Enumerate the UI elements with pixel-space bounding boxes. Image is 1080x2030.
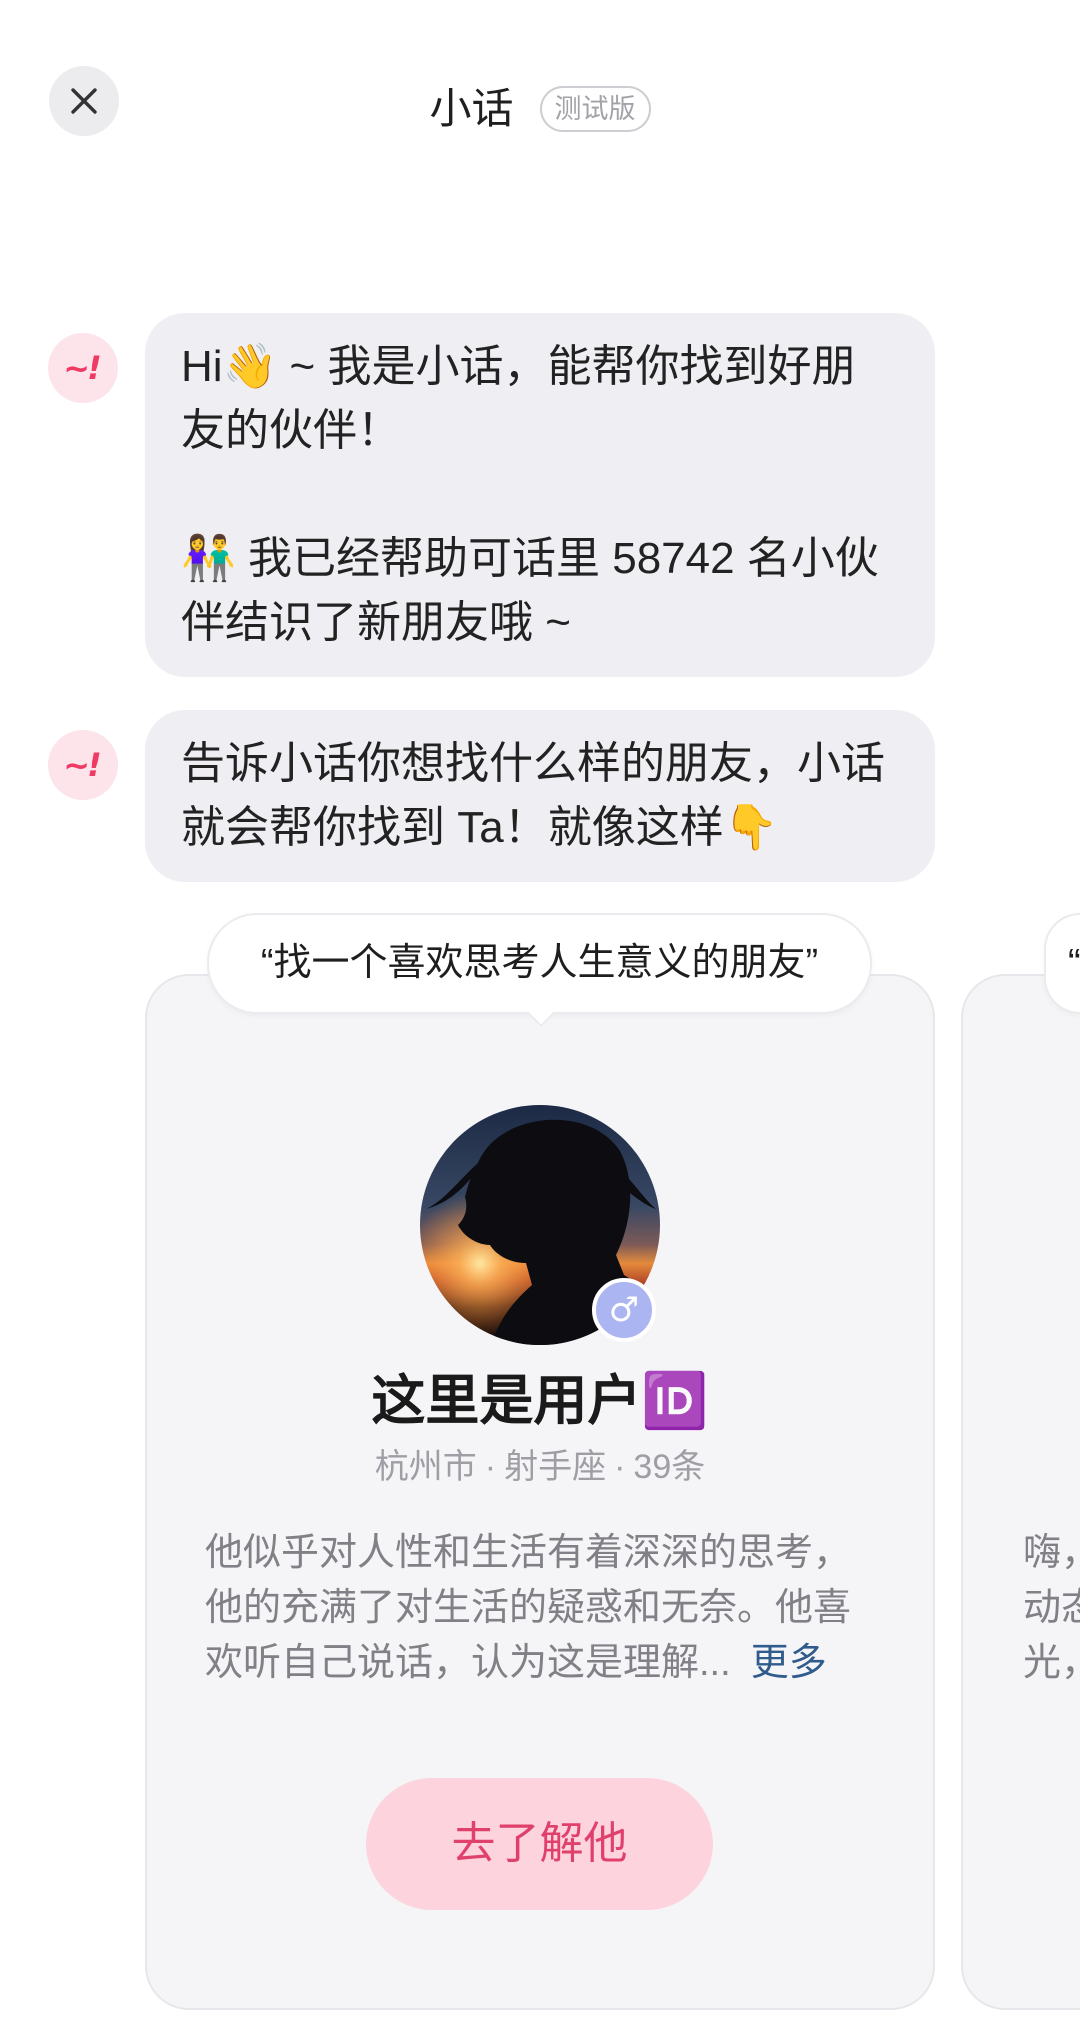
description-line: 他的充满了对生活的疑惑和无奈。他喜 xyxy=(205,1587,852,1629)
gender-symbol: ♂ xyxy=(608,1290,640,1330)
chat-screen: 小话 测试版 ~! Hi👋 ~ 我是小话，能帮你找到好朋 友的伙伴！ 👫 我已经… xyxy=(0,0,1080,2030)
user-name: 这里是用户🆔 xyxy=(371,1371,709,1431)
beta-badge: 测试版 xyxy=(539,86,651,132)
user-meta: 杭州市 · 射手座 · 39条 xyxy=(147,1446,933,1488)
description-line: 光， xyxy=(1023,1642,1080,1684)
message-line: 告诉小话你想找什么样的朋友，小话 xyxy=(181,739,885,788)
bot-logo: ~! xyxy=(63,746,101,784)
message-line: 伴结识了新朋友哦 ~ xyxy=(181,598,571,647)
message-line: 友的伙伴！ xyxy=(181,406,401,455)
message-paragraph: 告诉小话你想找什么样的朋友，小话 就会帮你找到 Ta！就像这样👇 xyxy=(181,732,899,860)
user-description: 他似乎对人性和生活有着深深的思考， 他的充满了对生活的疑惑和无奈。他喜 欢听自己… xyxy=(205,1526,893,1691)
query-text: “ xyxy=(1068,942,1080,984)
message-line: 就会帮你找到 Ta！就像这样👇 xyxy=(181,803,779,852)
page-title: 小话 xyxy=(429,85,514,132)
learn-more-button[interactable]: 去了解他 xyxy=(366,1778,713,1910)
message-line: Hi👋 ~ 我是小话，能帮你找到好朋 xyxy=(181,342,856,391)
header: 小话 测试版 xyxy=(140,66,940,152)
close-button[interactable] xyxy=(49,66,119,136)
description-line: 欢听自己说话，认为这是理解... 更多 xyxy=(205,1636,893,1691)
friend-card[interactable]: 嗨， 动态 光， xyxy=(961,974,1080,2010)
meta-separator: · xyxy=(484,1448,497,1486)
message-paragraph: 👫 我已经帮助可话里 58742 名小伙 伴结识了新朋友哦 ~ xyxy=(181,527,899,655)
query-text: “找一个喜欢思考人生意义的朋友” xyxy=(260,942,819,984)
bot-avatar: ~! xyxy=(48,730,118,800)
query-bubble: “找一个喜欢思考人生意义的朋友” xyxy=(207,913,872,1028)
user-post-count: 39条 xyxy=(633,1448,706,1486)
bot-message-row: ~! Hi👋 ~ 我是小话，能帮你找到好朋 友的伙伴！ 👫 我已经帮助可话里 5… xyxy=(48,313,935,677)
bot-avatar: ~! xyxy=(48,333,118,403)
user-avatar: ♂ xyxy=(420,1105,660,1345)
description-line: 他似乎对人性和生活有着深深的思考， xyxy=(205,1532,852,1574)
bot-logo: ~! xyxy=(63,349,101,387)
more-link[interactable]: 更多 xyxy=(751,1642,827,1684)
description-text: 欢听自己说话，认为这是理解... xyxy=(205,1642,731,1684)
meta-separator: · xyxy=(614,1448,626,1486)
bot-message-row: ~! 告诉小话你想找什么样的朋友，小话 就会帮你找到 Ta！就像这样👇 xyxy=(48,710,935,882)
friend-card[interactable]: ♂ 这里是用户🆔 杭州市 · 射手座 · 39条 他似乎对人性和生活有着深深的思考， 他… xyxy=(145,974,935,2010)
user-zodiac: 射手座 xyxy=(504,1448,607,1486)
message-bubble: Hi👋 ~ 我是小话，能帮你找到好朋 友的伙伴！ 👫 我已经帮助可话里 5874… xyxy=(145,313,935,677)
male-icon: ♂ xyxy=(592,1278,656,1342)
message-paragraph: Hi👋 ~ 我是小话，能帮你找到好朋 友的伙伴！ xyxy=(181,335,899,463)
message-line: 👫 我已经帮助可话里 58742 名小伙 xyxy=(181,534,879,583)
user-description: 嗨， 动态 光， xyxy=(1023,1526,1080,1691)
close-icon xyxy=(71,88,97,114)
description-line: 动态 xyxy=(1023,1587,1080,1629)
message-bubble: 告诉小话你想找什么样的朋友，小话 就会帮你找到 Ta！就像这样👇 xyxy=(145,710,935,882)
description-line: 嗨， xyxy=(1023,1532,1080,1574)
user-city: 杭州市 xyxy=(374,1448,477,1486)
